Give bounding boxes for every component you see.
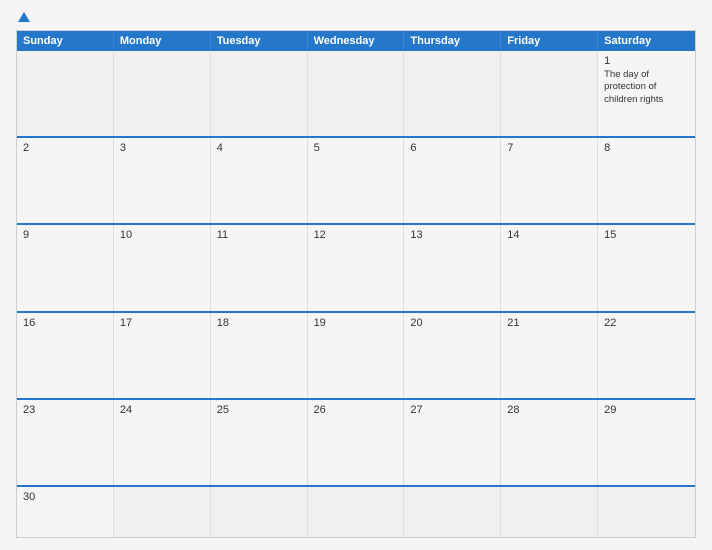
day-cell: 15 bbox=[598, 225, 695, 310]
day-cell: 8 bbox=[598, 138, 695, 223]
day-number: 25 bbox=[217, 404, 301, 416]
day-number: 17 bbox=[120, 317, 204, 329]
day-number: 21 bbox=[507, 317, 591, 329]
day-header-saturday: Saturday bbox=[598, 31, 695, 51]
day-cell bbox=[501, 487, 598, 537]
logo bbox=[16, 12, 30, 22]
day-number: 8 bbox=[604, 142, 689, 154]
day-number: 20 bbox=[410, 317, 494, 329]
day-cell: 27 bbox=[404, 400, 501, 485]
day-number: 9 bbox=[23, 229, 107, 241]
day-cell: 4 bbox=[211, 138, 308, 223]
day-cell: 25 bbox=[211, 400, 308, 485]
day-cell bbox=[308, 487, 405, 537]
day-number: 11 bbox=[217, 229, 301, 241]
day-number: 18 bbox=[217, 317, 301, 329]
day-number: 23 bbox=[23, 404, 107, 416]
day-number: 19 bbox=[314, 317, 398, 329]
day-cell bbox=[17, 51, 114, 136]
day-cell: 1 The day of protection of children right… bbox=[598, 51, 695, 136]
day-cell: 30 bbox=[17, 487, 114, 537]
logo-triangle-icon bbox=[18, 12, 30, 22]
day-cell bbox=[114, 487, 211, 537]
day-number: 5 bbox=[314, 142, 398, 154]
page: SundayMondayTuesdayWednesdayThursdayFrid… bbox=[0, 0, 712, 550]
day-cell: 26 bbox=[308, 400, 405, 485]
weeks: 1 The day of protection of children right… bbox=[17, 51, 695, 485]
day-cell: 19 bbox=[308, 313, 405, 398]
header bbox=[16, 12, 696, 22]
day-number: 24 bbox=[120, 404, 204, 416]
day-header-thursday: Thursday bbox=[404, 31, 501, 51]
day-number: 1 bbox=[604, 55, 689, 67]
day-cell: 16 bbox=[17, 313, 114, 398]
day-number: 27 bbox=[410, 404, 494, 416]
day-cell: 10 bbox=[114, 225, 211, 310]
day-cell: 24 bbox=[114, 400, 211, 485]
day-cell: 22 bbox=[598, 313, 695, 398]
day-header-wednesday: Wednesday bbox=[308, 31, 405, 51]
day-cell: 17 bbox=[114, 313, 211, 398]
day-number: 26 bbox=[314, 404, 398, 416]
day-cell bbox=[114, 51, 211, 136]
day-cell bbox=[211, 51, 308, 136]
day-cell: 9 bbox=[17, 225, 114, 310]
day-cell: 21 bbox=[501, 313, 598, 398]
day-cell: 11 bbox=[211, 225, 308, 310]
day-cell: 20 bbox=[404, 313, 501, 398]
day-number: 15 bbox=[604, 229, 689, 241]
day-cell: 12 bbox=[308, 225, 405, 310]
week-row-3: 16 17 18 19 20 21 22 bbox=[17, 311, 695, 398]
day-cell bbox=[308, 51, 405, 136]
day-event: The day of protection of children rights bbox=[604, 69, 689, 106]
day-cell: 2 bbox=[17, 138, 114, 223]
day-cell: 23 bbox=[17, 400, 114, 485]
day-number: 12 bbox=[314, 229, 398, 241]
day-cell: 6 bbox=[404, 138, 501, 223]
day-cell: 7 bbox=[501, 138, 598, 223]
day-number: 3 bbox=[120, 142, 204, 154]
day-cell bbox=[404, 51, 501, 136]
day-number: 30 bbox=[23, 491, 107, 503]
day-headers: SundayMondayTuesdayWednesdayThursdayFrid… bbox=[17, 31, 695, 51]
day-number: 4 bbox=[217, 142, 301, 154]
day-cell bbox=[211, 487, 308, 537]
week-row-4: 23 24 25 26 27 28 29 bbox=[17, 398, 695, 485]
day-cell: 14 bbox=[501, 225, 598, 310]
calendar: SundayMondayTuesdayWednesdayThursdayFrid… bbox=[16, 30, 696, 538]
day-cell: 5 bbox=[308, 138, 405, 223]
day-number: 6 bbox=[410, 142, 494, 154]
week-row-0: 1 The day of protection of children right… bbox=[17, 51, 695, 136]
day-number: 28 bbox=[507, 404, 591, 416]
day-cell bbox=[501, 51, 598, 136]
day-number: 22 bbox=[604, 317, 689, 329]
day-header-tuesday: Tuesday bbox=[211, 31, 308, 51]
day-cell bbox=[404, 487, 501, 537]
day-number: 29 bbox=[604, 404, 689, 416]
day-cell: 13 bbox=[404, 225, 501, 310]
day-header-sunday: Sunday bbox=[17, 31, 114, 51]
day-number: 16 bbox=[23, 317, 107, 329]
day-number: 7 bbox=[507, 142, 591, 154]
week-row-2: 9 10 11 12 13 14 15 bbox=[17, 223, 695, 310]
day-cell: 29 bbox=[598, 400, 695, 485]
day-number: 10 bbox=[120, 229, 204, 241]
week-row-1: 2 3 4 56 7 8 bbox=[17, 136, 695, 223]
day-number: 14 bbox=[507, 229, 591, 241]
day-cell bbox=[598, 487, 695, 537]
day-cell: 28 bbox=[501, 400, 598, 485]
day-number: 13 bbox=[410, 229, 494, 241]
day-number: 2 bbox=[23, 142, 107, 154]
last-week-row: 30 bbox=[17, 485, 695, 537]
day-header-friday: Friday bbox=[501, 31, 598, 51]
day-cell: 3 bbox=[114, 138, 211, 223]
day-cell: 18 bbox=[211, 313, 308, 398]
day-header-monday: Monday bbox=[114, 31, 211, 51]
